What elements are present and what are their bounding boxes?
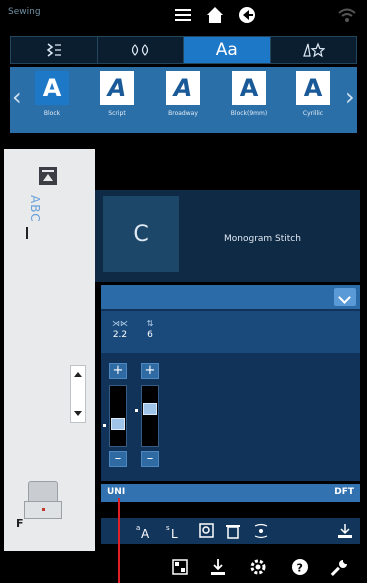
stitch-settings-panel: ⋊⋉ 2.2 ⇅ 6 + + – – [101,285,360,481]
edit-toolbar: a A s L [101,518,360,544]
home-icon[interactable] [204,4,226,26]
menu-icon[interactable] [172,4,194,26]
width-slider-handle[interactable] [111,418,125,430]
chevron-left-icon[interactable]: ‹ [12,83,22,111]
zoom-icon[interactable] [197,522,217,540]
stitch-width-param: ⋊⋉ 2.2 [105,319,135,340]
width-decrease-button[interactable]: – [109,451,127,467]
settings-icon[interactable] [248,557,268,577]
stitch-pattern-icon[interactable] [170,557,190,577]
bottom-navigation: ? [0,551,367,583]
font-selector: ‹ A Block A Script A Broadway A Block(9m… [10,67,357,133]
back-icon[interactable] [236,4,258,26]
tab-decorative-stitches[interactable] [98,37,184,63]
dropdown-toggle-button[interactable] [334,288,356,306]
stitch-length-icon: ⇅ [146,319,154,328]
mirror-icon[interactable] [251,522,271,540]
eject-icon[interactable] [39,167,57,185]
text-cursor [26,227,28,239]
font-item-cyrillic[interactable]: A Cyrillic [288,71,338,129]
font-item-block-9mm[interactable]: A Block(9mm) [224,71,274,129]
stitch-length-value: 6 [147,330,153,340]
needle-position-dot [42,508,45,511]
font-label: Cyrillic [302,110,324,117]
letter-case-icon[interactable]: s L [165,522,185,540]
help-icon[interactable]: ? [290,557,310,577]
font-label: Block(9mm) [230,110,268,117]
font-preview: A [166,71,200,105]
font-item-broadway[interactable]: A Broadway [158,71,208,129]
stitch-info-panel: C Monogram Stitch [95,190,360,282]
stitch-length-param: ⇅ 6 [135,319,165,340]
svg-text:s: s [166,524,170,532]
width-slider[interactable] [109,385,127,447]
svg-text:?: ? [297,562,303,575]
unit-bar: UNI DFT [101,484,360,502]
alphabet-icon: Aa [215,40,238,60]
settings-dropdown-bar [101,285,360,309]
download-icon[interactable] [335,522,355,540]
length-slider[interactable] [141,385,159,447]
scroll-up-icon[interactable] [74,372,82,377]
length-slider-handle[interactable] [143,403,157,415]
category-tabs: Aa [10,36,357,64]
font-item-script[interactable]: A Script [92,71,142,129]
sequence-scroller[interactable] [70,365,86,423]
annotation-marker [118,498,120,583]
wifi-icon [338,8,356,22]
chevron-right-icon[interactable]: › [345,83,355,111]
length-decrease-button[interactable]: – [141,451,159,467]
length-increase-button[interactable]: + [141,363,159,379]
font-size-icon[interactable]: a A [135,522,155,540]
stitch-width-icon: ⋊⋉ [112,319,128,328]
presser-foot-indicator: F [14,481,68,531]
tab-favorites[interactable] [271,37,357,63]
font-item-block[interactable]: A Block [27,71,77,129]
length-default-marker [135,409,138,412]
favorites-icon [303,42,326,58]
font-label: Script [108,110,126,117]
stitch-parameters: ⋊⋉ 2.2 ⇅ 6 [101,311,360,353]
svg-text:A: A [141,527,150,540]
sequence-text: ABC [28,195,42,223]
font-label: Block [43,110,61,117]
presser-foot-letter: F [16,517,24,530]
width-increase-button[interactable]: + [109,363,127,379]
font-preview: A [296,71,330,105]
scroll-down-icon[interactable] [74,411,82,416]
sequence-panel: ABC F [4,149,95,551]
default-button[interactable]: DFT [334,487,354,497]
font-preview: A [100,71,134,105]
stitch-zigzag-icon [46,43,61,57]
svg-text:L: L [171,527,178,540]
width-default-marker [103,424,106,427]
font-preview: A [35,71,69,105]
stitch-name: Monogram Stitch [224,234,301,244]
uni-button[interactable]: UNI [107,487,125,497]
svg-text:a: a [136,524,140,532]
stitch-preview: C [103,196,179,272]
font-label: Broadway [168,110,198,117]
font-preview: A [232,71,266,105]
tab-utility-stitches[interactable] [11,37,98,63]
import-icon[interactable] [208,557,228,577]
sequence-view[interactable]: ABC [12,157,85,249]
mode-label: Sewing [8,7,41,17]
delete-icon[interactable] [223,522,243,540]
stitch-width-value: 2.2 [112,330,128,340]
status-bar: Sewing [0,0,367,30]
tab-alphabets[interactable]: Aa [184,37,271,63]
decorative-stitch-icon [132,44,149,56]
wrench-icon[interactable] [330,557,350,577]
